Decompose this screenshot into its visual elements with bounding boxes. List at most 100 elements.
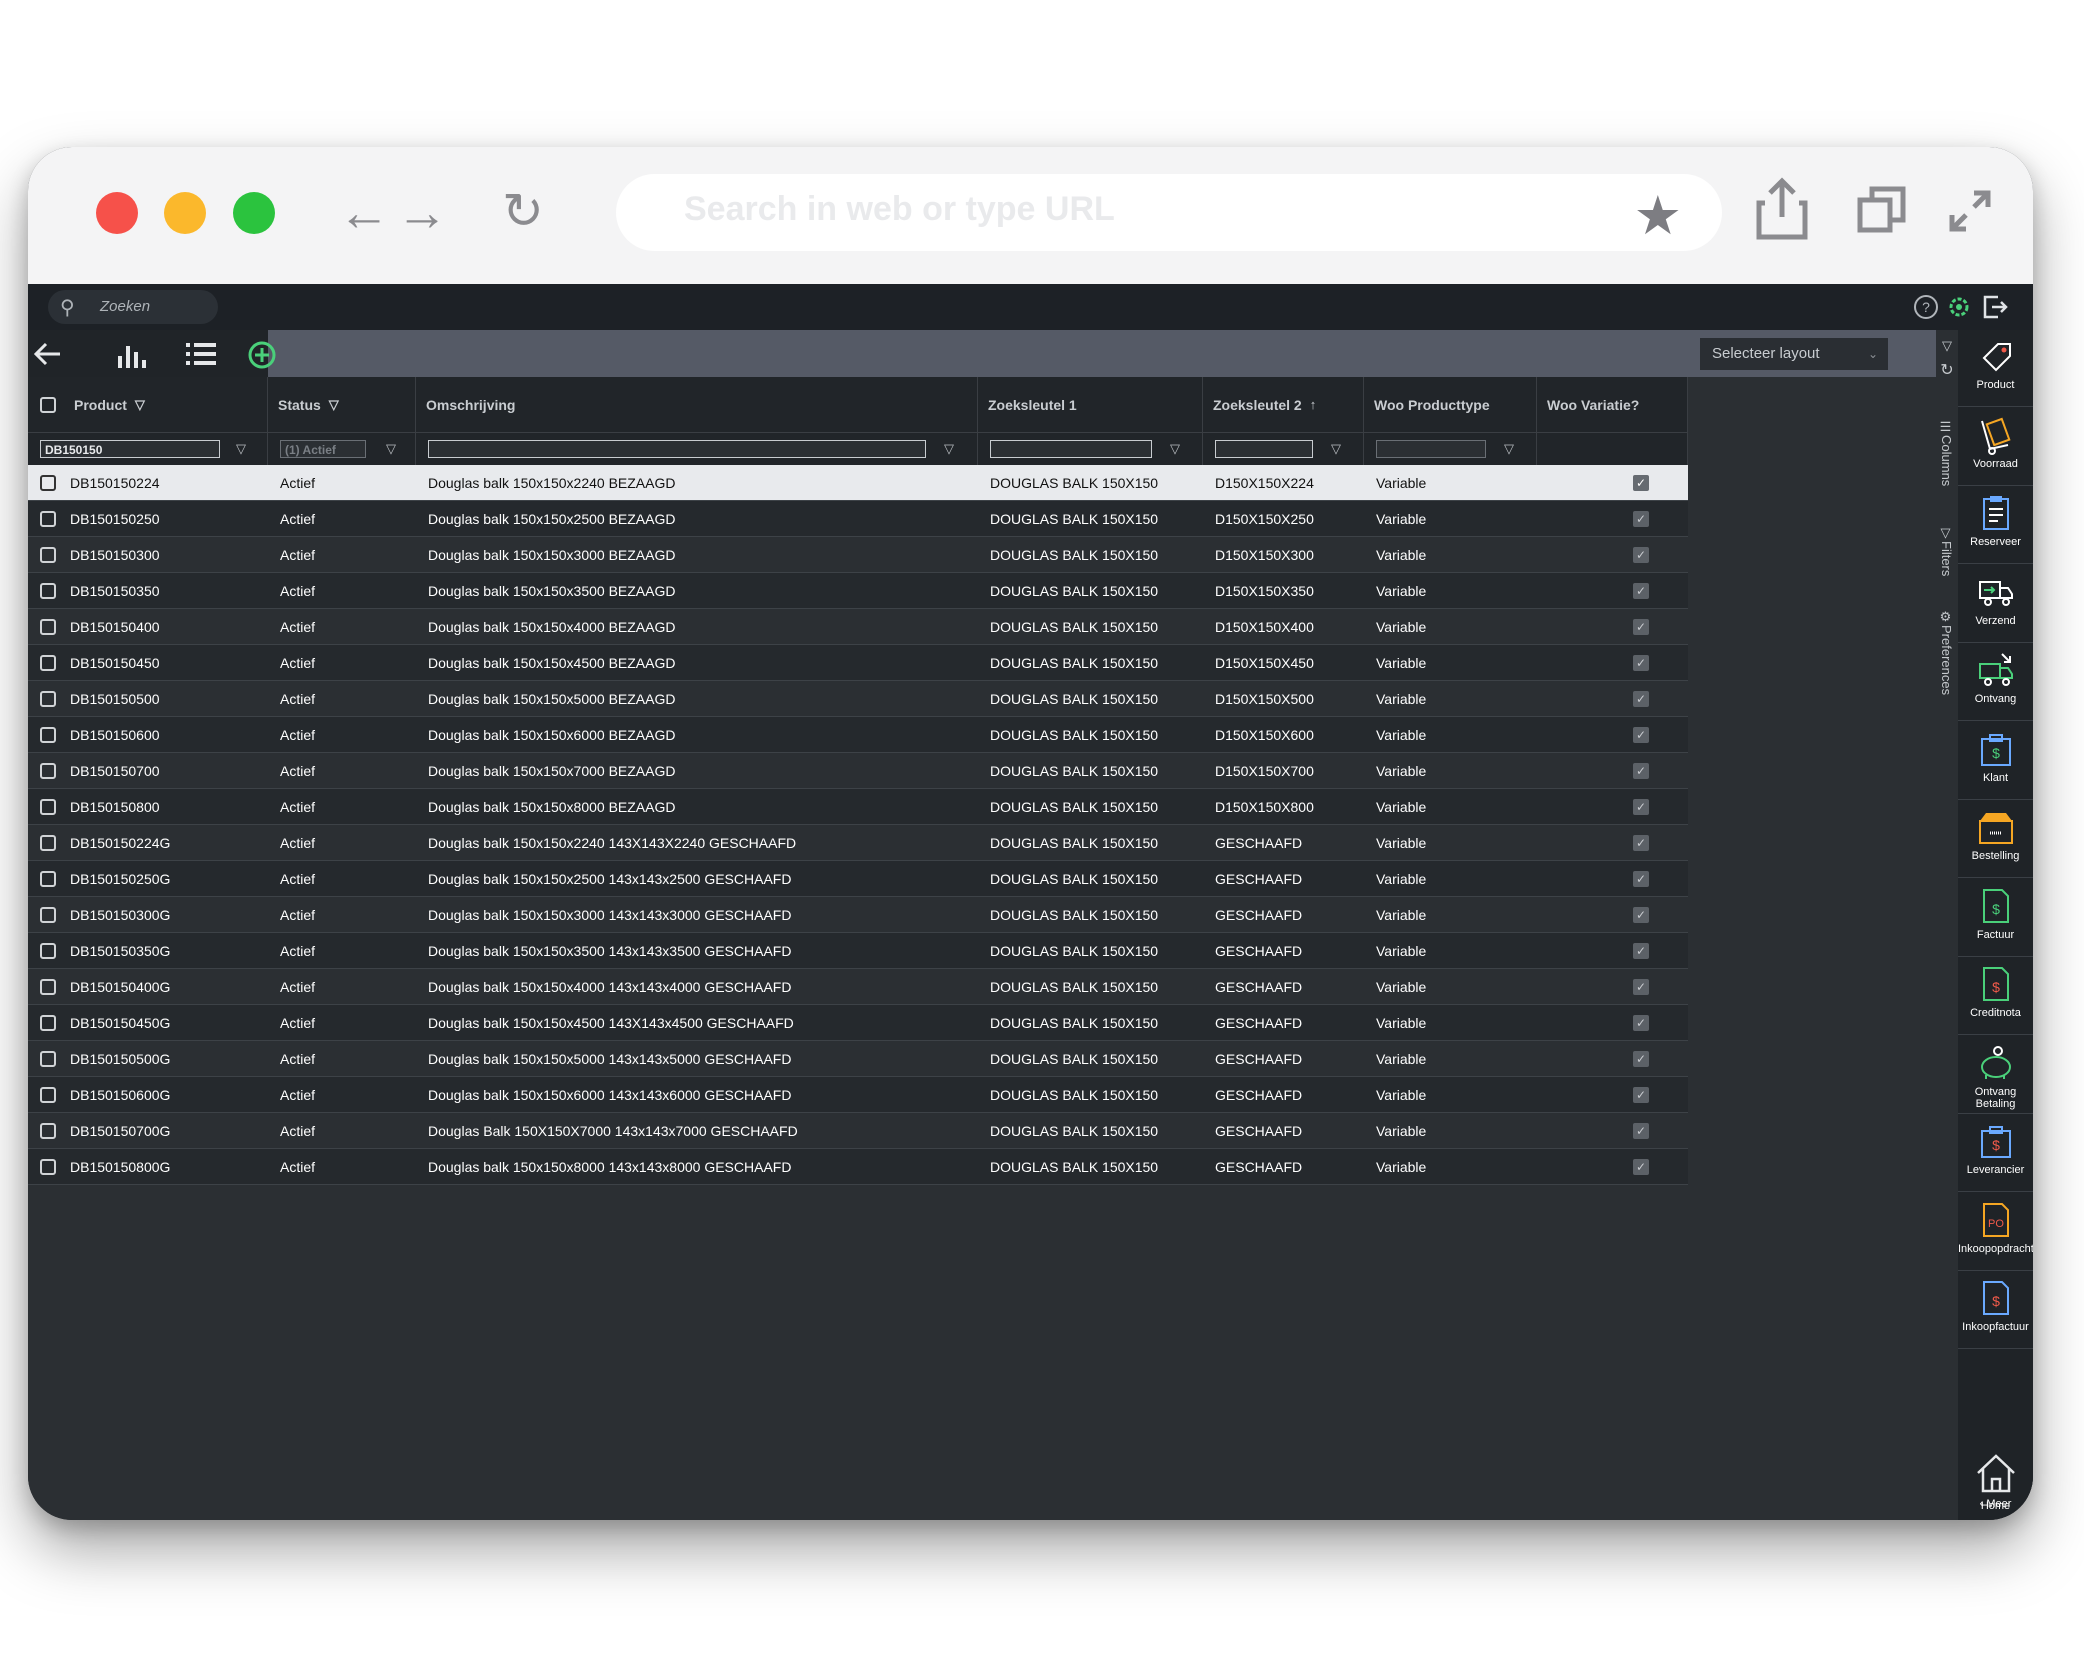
table-row[interactable]: DB150150600 Actief Douglas balk 150x150x60… [28, 717, 1688, 753]
row-checkbox[interactable] [40, 510, 56, 527]
variatie-checkbox[interactable]: ✓ [1633, 870, 1649, 887]
row-checkbox[interactable] [40, 690, 56, 707]
variatie-checkbox[interactable]: ✓ [1633, 690, 1649, 707]
url-bar[interactable]: Search in web or type URL ★ [616, 174, 1722, 251]
more-button[interactable]: ‹ Meer [1958, 1498, 2033, 1510]
nav-ontvang-betaling[interactable]: Ontvang Betaling [1958, 1037, 2033, 1114]
variatie-checkbox[interactable]: ✓ [1633, 1158, 1649, 1175]
variatie-checkbox[interactable]: ✓ [1633, 762, 1649, 779]
table-row[interactable]: DB150150450 Actief Douglas balk 150x150x45… [28, 645, 1688, 681]
table-row[interactable]: DB150150600G Actief Douglas balk 150x150x6… [28, 1077, 1688, 1113]
row-checkbox[interactable] [40, 618, 56, 635]
row-checkbox[interactable] [40, 546, 56, 563]
row-checkbox[interactable] [40, 582, 56, 599]
col-header-status[interactable]: Status ▽ [268, 377, 416, 432]
nav-verzend[interactable]: Verzend [1958, 566, 2033, 643]
variatie-checkbox[interactable]: ✓ [1633, 978, 1649, 995]
table-row[interactable]: DB150150700 Actief Douglas balk 150x150x70… [28, 753, 1688, 789]
col-header-woo-producttype[interactable]: Woo Producttype [1364, 377, 1537, 432]
variatie-checkbox[interactable]: ✓ [1633, 834, 1649, 851]
nav-voorraad[interactable]: Voorraad [1958, 409, 2033, 486]
funnel-icon[interactable]: ▽ [944, 441, 954, 457]
list-view-icon[interactable] [186, 342, 216, 366]
nav-product[interactable]: Product [1958, 330, 2033, 407]
variatie-checkbox[interactable]: ✓ [1633, 906, 1649, 923]
table-row[interactable]: DB150150350G Actief Douglas balk 150x150x3… [28, 933, 1688, 969]
variatie-checkbox[interactable]: ✓ [1633, 546, 1649, 563]
sort-ascending-icon[interactable]: ↑ [1310, 397, 1317, 412]
col-header-zoeksleutel2[interactable]: Zoeksleutel 2 ↑ [1203, 377, 1364, 432]
table-row[interactable]: DB150150250G Actief Douglas balk 150x150x2… [28, 861, 1688, 897]
row-checkbox[interactable] [40, 1158, 56, 1175]
share-icon[interactable] [1755, 177, 1809, 241]
row-checkbox[interactable] [40, 870, 56, 887]
row-checkbox[interactable] [40, 798, 56, 815]
row-checkbox[interactable] [40, 1050, 56, 1067]
filter-input-zoeksleutel1[interactable] [990, 440, 1152, 458]
chart-icon[interactable] [116, 340, 148, 368]
fullscreen-icon[interactable] [1948, 189, 1992, 233]
close-window-button[interactable] [96, 192, 138, 234]
nav-inkoopfactuur[interactable]: $ Inkoopfactuur [1958, 1272, 2033, 1349]
filter-input-woo-producttype[interactable] [1376, 440, 1486, 458]
table-row[interactable]: DB150150800 Actief Douglas balk 150x150x80… [28, 789, 1688, 825]
funnel-icon[interactable]: ▽ [236, 441, 246, 457]
table-row[interactable]: DB150150700G Actief Douglas Balk 150X150X7… [28, 1113, 1688, 1149]
tab-columns[interactable]: ☰ Columns [1936, 420, 1958, 486]
tabs-icon[interactable] [1857, 185, 1907, 235]
reload-icon[interactable]: ↻ [502, 183, 544, 239]
nav-bestelling[interactable]: Bestelling [1958, 801, 2033, 878]
tab-preferences[interactable]: ⚙ Preferences [1936, 610, 1958, 695]
bookmark-star-icon[interactable]: ★ [1634, 184, 1682, 247]
col-header-product[interactable]: Product ▽ [28, 377, 268, 432]
col-header-omschrijving[interactable]: Omschrijving [416, 377, 978, 432]
variatie-checkbox[interactable]: ✓ [1633, 1086, 1649, 1103]
filter-input-omschrijving[interactable] [428, 440, 926, 458]
nav-reserveer[interactable]: Reserveer [1958, 487, 2033, 564]
nav-ontvang[interactable]: Ontvang [1958, 644, 2033, 721]
forward-arrow-icon[interactable]: → [396, 185, 448, 241]
table-row[interactable]: DB150150224 Actief Douglas balk 150x150x22… [28, 465, 1688, 501]
row-checkbox[interactable] [40, 978, 56, 995]
logout-icon[interactable] [1982, 294, 2008, 320]
back-arrow-icon[interactable]: ← [338, 185, 390, 241]
funnel-icon[interactable]: ▽ [1504, 441, 1514, 457]
funnel-icon[interactable]: ▽ [1170, 441, 1180, 457]
funnel-icon[interactable]: ▽ [386, 441, 396, 457]
filter-reset-icon[interactable]: ▽ [1936, 338, 1958, 354]
variatie-checkbox[interactable]: ✓ [1633, 1014, 1649, 1031]
variatie-checkbox[interactable]: ✓ [1633, 726, 1649, 743]
table-row[interactable]: DB150150400G Actief Douglas balk 150x150x4… [28, 969, 1688, 1005]
nav-klant[interactable]: $ Klant [1958, 723, 2033, 800]
variatie-checkbox[interactable]: ✓ [1633, 474, 1649, 491]
table-row[interactable]: DB150150500 Actief Douglas balk 150x150x50… [28, 681, 1688, 717]
filter-input-zoeksleutel2[interactable] [1215, 440, 1313, 458]
variatie-checkbox[interactable]: ✓ [1633, 798, 1649, 815]
variatie-checkbox[interactable]: ✓ [1633, 1122, 1649, 1139]
help-icon[interactable]: ? [1913, 294, 1939, 320]
variatie-checkbox[interactable]: ✓ [1633, 942, 1649, 959]
gear-icon[interactable] [1946, 294, 1972, 320]
row-checkbox[interactable] [40, 942, 56, 959]
table-row[interactable]: DB150150500G Actief Douglas balk 150x150x5… [28, 1041, 1688, 1077]
table-row[interactable]: DB150150250 Actief Douglas balk 150x150x25… [28, 501, 1688, 537]
variatie-checkbox[interactable]: ✓ [1633, 618, 1649, 635]
nav-factuur[interactable]: $ Factuur [1958, 880, 2033, 957]
table-row[interactable]: DB150150300G Actief Douglas balk 150x150x3… [28, 897, 1688, 933]
tab-filters[interactable]: ▽ Filters [1936, 526, 1958, 576]
col-header-zoeksleutel1[interactable]: Zoeksleutel 1 [978, 377, 1203, 432]
filter-icon[interactable]: ▽ [135, 397, 145, 413]
row-checkbox[interactable] [40, 726, 56, 743]
row-checkbox[interactable] [40, 654, 56, 671]
variatie-checkbox[interactable]: ✓ [1633, 582, 1649, 599]
variatie-checkbox[interactable]: ✓ [1633, 510, 1649, 527]
table-row[interactable]: DB150150450G Actief Douglas balk 150x150x4… [28, 1005, 1688, 1041]
table-row[interactable]: DB150150350 Actief Douglas balk 150x150x35… [28, 573, 1688, 609]
filter-icon[interactable]: ▽ [329, 397, 339, 413]
row-checkbox[interactable] [40, 1122, 56, 1139]
row-checkbox[interactable] [40, 1086, 56, 1103]
row-checkbox[interactable] [40, 1014, 56, 1031]
filter-input-status[interactable]: (1) Actief [280, 440, 366, 458]
variatie-checkbox[interactable]: ✓ [1633, 654, 1649, 671]
minimize-window-button[interactable] [164, 192, 206, 234]
